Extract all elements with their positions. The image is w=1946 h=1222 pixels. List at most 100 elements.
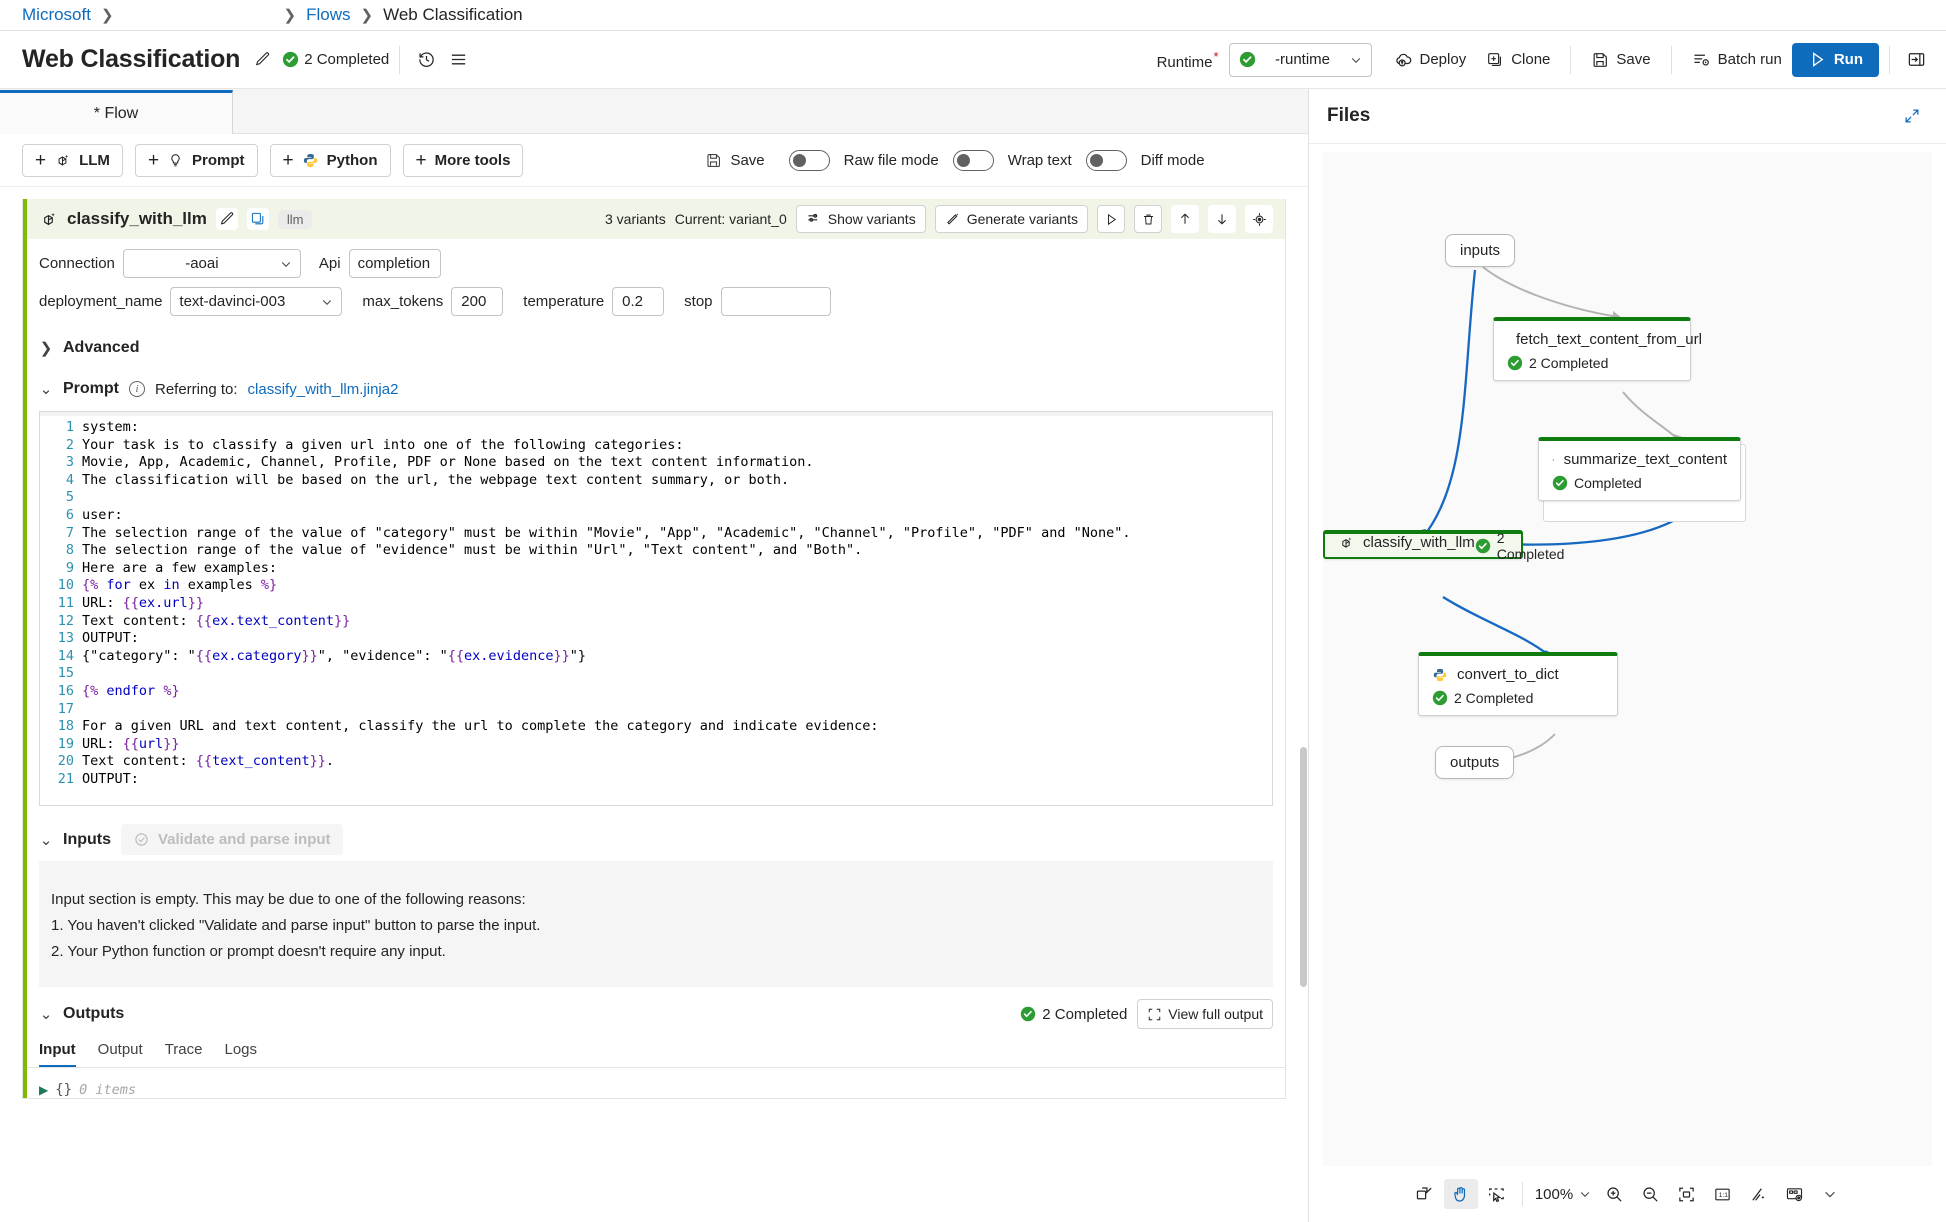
deploy-button[interactable]: Deploy [1384,43,1477,77]
max-tokens-input[interactable]: 200 [451,287,504,316]
chevron-right-icon[interactable]: ❯ [39,339,53,357]
run-button[interactable]: Run [1791,42,1879,77]
zoom-in-icon[interactable] [1597,1179,1631,1209]
json-viewer[interactable]: ▶ {} 0 items [27,1068,1285,1098]
expand-icon[interactable] [1896,100,1928,132]
code-line[interactable]: {% endfor %} [82,683,1272,701]
editor-save-button[interactable]: Save [695,143,774,177]
zoom-out-icon[interactable] [1633,1179,1667,1209]
show-variants-button[interactable]: Show variants [795,205,926,233]
expand-triangle-icon[interactable]: ▶ [39,1083,48,1097]
graph-canvas[interactable]: inputs fetch_text_content_from_url 2 Com… [1323,152,1932,1166]
detail-scrollbar[interactable] [1300,747,1307,987]
breadcrumb-item-microsoft[interactable]: Microsoft [22,5,91,25]
wrap-text-label: Wrap text [1007,151,1072,169]
save-button[interactable]: Save [1581,43,1660,77]
api-select[interactable]: completion [348,249,441,278]
runtime-select[interactable]: -runtime [1228,42,1372,77]
move-down-icon[interactable] [1208,205,1236,233]
code-line[interactable]: user: [82,507,1272,525]
generate-variants-button[interactable]: Generate variants [934,205,1088,233]
actual-size-icon[interactable]: 1:1 [1705,1179,1739,1209]
chevron-down-icon[interactable] [1813,1179,1847,1209]
inputs-empty-message: Input section is empty. This may be due … [39,861,1273,987]
code-content[interactable]: system: Your task is to classify a given … [82,412,1272,805]
tab-trace[interactable]: Trace [165,1041,203,1067]
list-icon[interactable] [442,44,474,76]
move-up-icon[interactable] [1171,205,1199,233]
tab-logs[interactable]: Logs [224,1041,257,1067]
code-line[interactable]: Movie, App, Academic, Channel, Profile, … [82,454,1272,472]
panel-right-icon[interactable] [1900,44,1932,76]
code-line[interactable]: URL: {{ex.url}} [82,595,1272,613]
clone-button[interactable]: Clone [1476,43,1560,77]
history-icon[interactable] [410,44,442,76]
tab-flow[interactable]: * Flow [0,90,233,134]
code-line[interactable]: {"category": "{{ex.category}}", "evidenc… [82,648,1272,666]
code-line[interactable]: URL: {{url}} [82,736,1272,754]
wrap-text-toggle[interactable] [952,149,994,171]
graph-node-outputs[interactable]: outputs [1435,746,1515,779]
prompt-code-editor[interactable]: 1 2 3 4 5 6 7 8 9 10 11 12 13 14 15 16 17 18 19 20 21 system… [39,411,1273,806]
api-value: completion [357,255,431,272]
run-node-icon[interactable] [1097,205,1125,233]
view-full-output-button[interactable]: View full output [1137,999,1273,1029]
graph-node-inputs[interactable]: inputs [1445,234,1516,267]
fit-view-icon[interactable] [1408,1179,1442,1209]
graph-node-convert-to-dict[interactable]: convert_to_dict 2 Completed [1418,652,1618,716]
code-line[interactable]: For a given URL and text content, classi… [82,718,1272,736]
stop-input[interactable] [720,287,831,316]
deployment-name-select[interactable]: text-davinci-003 [170,287,343,316]
code-line[interactable]: Text content: {{ex.text_content}} [82,613,1272,631]
delete-node-icon[interactable] [1134,205,1162,233]
referring-to-file-link[interactable]: classify_with_llm.jinja2 [248,381,399,398]
select-region-icon[interactable] [1480,1179,1514,1209]
code-scrollbar[interactable] [1263,413,1271,805]
zoom-level-select[interactable]: 100% [1531,1186,1595,1203]
graph-settings-icon[interactable] [1777,1179,1811,1209]
copy-icon[interactable] [246,208,269,230]
info-icon[interactable]: i [129,381,145,397]
add-python-button[interactable]: + Python [269,143,391,177]
pan-hand-icon[interactable] [1443,1179,1478,1209]
code-line[interactable]: Here are a few examples: [82,560,1272,578]
breadcrumb-item-flows[interactable]: Flows [306,5,350,25]
validate-and-parse-input-button[interactable]: Validate and parse input [121,824,343,855]
code-line[interactable]: The selection range of the value of "cat… [82,525,1272,543]
code-line[interactable]: The selection range of the value of "evi… [82,542,1272,560]
chevron-down-icon[interactable]: ⌄ [39,831,53,849]
chevron-down-icon[interactable]: ⌄ [39,1005,53,1023]
diff-mode-toggle[interactable] [1085,149,1127,171]
locate-node-icon[interactable] [1245,205,1273,233]
code-line[interactable]: OUTPUT: [82,630,1272,648]
node-detail-scroll[interactable]: classify_with_llm llm 3 variants Current… [0,187,1308,1222]
add-more-tools-button[interactable]: + More tools [402,143,524,177]
add-llm-button[interactable]: + LLM [22,143,123,177]
code-line[interactable] [82,489,1272,507]
code-line[interactable]: Text content: {{text_content}}. [82,753,1272,771]
code-line[interactable]: OUTPUT: [82,771,1272,789]
code-line[interactable]: {% for ex in examples %} [82,577,1272,595]
tab-input[interactable]: Input [39,1041,76,1067]
auto-layout-icon[interactable] [1741,1179,1775,1209]
temperature-input[interactable]: 0.2 [612,287,665,316]
add-prompt-button[interactable]: + Prompt [134,143,258,177]
pencil-icon[interactable] [246,44,278,76]
graph-node-fetch-text-content-from-url[interactable]: fetch_text_content_from_url 2 Completed [1493,317,1702,381]
code-line[interactable] [82,665,1272,683]
advanced-section-header[interactable]: ❯ Advanced [27,325,1285,371]
code-line[interactable]: system: [82,419,1272,437]
graph-node-summarize-text-content[interactable]: summarize_text_content Completed [1538,437,1741,501]
code-line[interactable]: Your task is to classify a given url int… [82,437,1272,455]
tab-output[interactable]: Output [98,1041,143,1067]
fit-screen-icon[interactable] [1669,1179,1703,1209]
raw-file-mode-toggle[interactable] [788,149,830,171]
pencil-icon[interactable] [215,208,238,230]
graph-node-classify-with-llm[interactable]: classify_with_llm 2 Completed [1323,530,1564,562]
code-line[interactable] [82,701,1272,719]
connection-select[interactable]: -aoai [122,249,301,278]
batch-run-button[interactable]: Batch run [1682,43,1792,77]
chevron-down-icon[interactable]: ⌄ [39,380,53,398]
code-line[interactable]: The classification will be based on the … [82,472,1272,490]
graph-node-status-label: 2 Completed [1454,690,1534,706]
